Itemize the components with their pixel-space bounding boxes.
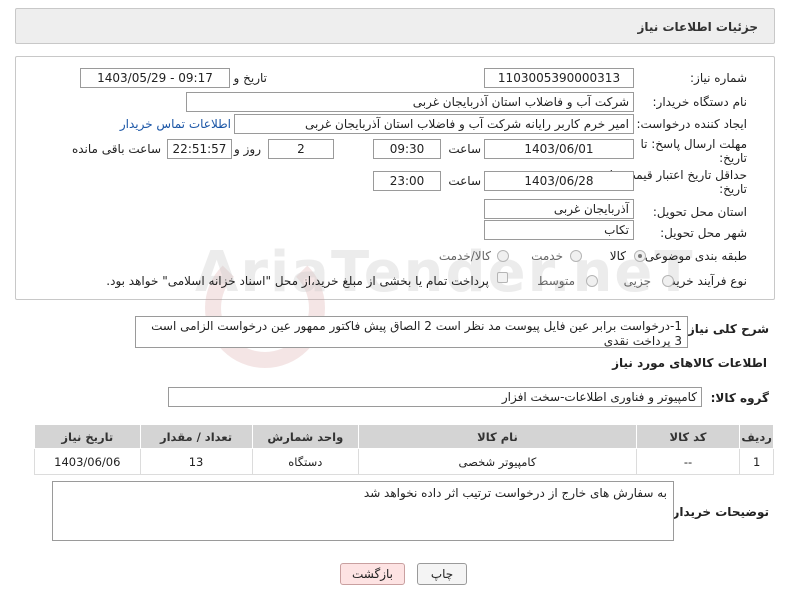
col-header-row: ردیف <box>739 424 774 449</box>
treasury-payment-note: پرداخت تمام یا بخشی از مبلغ خرید،از محل … <box>106 274 489 288</box>
time-remaining-field[interactable]: 22:51:57 <box>167 139 232 159</box>
buyer-notes-label: توضیحات خریدار: <box>667 505 769 519</box>
description-textarea[interactable]: 1-درخواست برابر عین فایل پیوست مد نظر اس… <box>135 316 688 348</box>
col-header-code: کد کالا <box>635 424 741 449</box>
treasury-payment-checkbox[interactable] <box>497 272 508 283</box>
category-label: طبقه بندی موضوعی: <box>640 249 747 263</box>
days-remaining-field[interactable]: 2 <box>268 139 334 159</box>
time-remaining-label: ساعت باقی مانده <box>71 142 161 156</box>
validity-date-field[interactable]: 1403/06/28 <box>484 171 634 191</box>
province-label: استان محل تحویل: <box>652 205 747 219</box>
contact-buyer-link[interactable]: اطلاعات تماس خریدار <box>120 117 231 131</box>
city-field[interactable]: تکاب <box>484 220 634 240</box>
province-field[interactable]: آذربایجان غربی <box>484 199 634 219</box>
cell-name: کامپیوتر شخصی <box>358 448 637 475</box>
cell-quantity: 13 <box>139 448 253 475</box>
back-button[interactable]: بازگشت <box>340 563 405 585</box>
col-header-name: نام کالا <box>358 424 637 449</box>
announce-datetime-field[interactable]: 1403/05/29 - 09:17 <box>80 68 230 88</box>
goods-table-header: ردیف کد کالا نام کالا واحد شمارش تعداد /… <box>34 424 774 449</box>
process-radio-minor[interactable] <box>662 275 674 287</box>
category-option-service: خدمت <box>531 249 563 263</box>
col-header-unit: واحد شمارش <box>251 424 360 449</box>
process-option-medium: متوسط <box>537 274 575 288</box>
need-number-field[interactable]: 1103005390000313 <box>484 68 634 88</box>
city-label: شهر محل تحویل: <box>660 226 747 240</box>
process-radio-medium[interactable] <box>586 275 598 287</box>
goods-section-title: اطلاعات کالاهای مورد نیاز <box>612 356 767 370</box>
category-option-goods-service: کالا/خدمت <box>438 249 491 263</box>
goods-group-label: گروه کالا: <box>710 391 769 405</box>
col-header-quantity: تعداد / مقدار <box>139 424 253 449</box>
deadline-date-label: تاریخ: <box>719 151 747 165</box>
page-header: جزئیات اطلاعات نیاز <box>15 8 775 44</box>
cell-row: 1 <box>739 448 774 475</box>
min-validity-date-label: تاریخ: <box>719 182 747 196</box>
table-row: 1 -- کامپیوتر شخصی دستگاه 13 1403/06/06 <box>34 448 774 475</box>
buyer-notes-textarea[interactable]: به سفارش های خارج از درخواست ترتیب اثر د… <box>52 481 674 541</box>
col-header-need-date: تاریخ نیاز <box>34 424 141 449</box>
category-radio-service[interactable] <box>570 250 582 262</box>
validity-time-label: ساعت <box>448 174 481 188</box>
print-button[interactable]: چاپ <box>417 563 467 585</box>
process-option-minor: جزیی <box>623 274 651 288</box>
description-label: شرح کلی نیاز: <box>683 322 769 336</box>
days-label: روز و <box>234 142 261 156</box>
cell-unit: دستگاه <box>251 448 360 475</box>
goods-table: ردیف کد کالا نام کالا واحد شمارش تعداد /… <box>34 424 774 475</box>
category-radio-goods[interactable] <box>634 250 646 262</box>
buyer-label: نام دستگاه خریدار: <box>652 95 748 109</box>
goods-group-field[interactable]: کامپیوتر و فناوری اطلاعات-سخت افزار <box>168 387 702 407</box>
cell-code: -- <box>635 448 741 475</box>
cell-need-date: 1403/06/06 <box>34 448 141 475</box>
buyer-field[interactable]: شرکت آب و فاضلاب استان آذربایجان غربی <box>186 92 634 112</box>
deadline-date-field[interactable]: 1403/06/01 <box>484 139 634 159</box>
deadline-label: مهلت ارسال پاسخ: تا <box>640 137 747 151</box>
validity-time-field[interactable]: 23:00 <box>373 171 441 191</box>
creator-field[interactable]: امیر خرم کاربر رایانه شرکت آب و فاضلاب ا… <box>234 114 634 134</box>
page-title: جزئیات اطلاعات نیاز <box>637 20 758 34</box>
category-radio-goods-service[interactable] <box>497 250 509 262</box>
process-label: نوع فرآیند خرید : <box>662 274 747 288</box>
category-option-goods: کالا <box>609 249 626 263</box>
need-number-label: شماره نیاز: <box>690 71 747 85</box>
deadline-time-label: ساعت <box>448 142 481 156</box>
creator-label: ایجاد کننده درخواست: <box>636 117 747 131</box>
deadline-time-field[interactable]: 09:30 <box>373 139 441 159</box>
